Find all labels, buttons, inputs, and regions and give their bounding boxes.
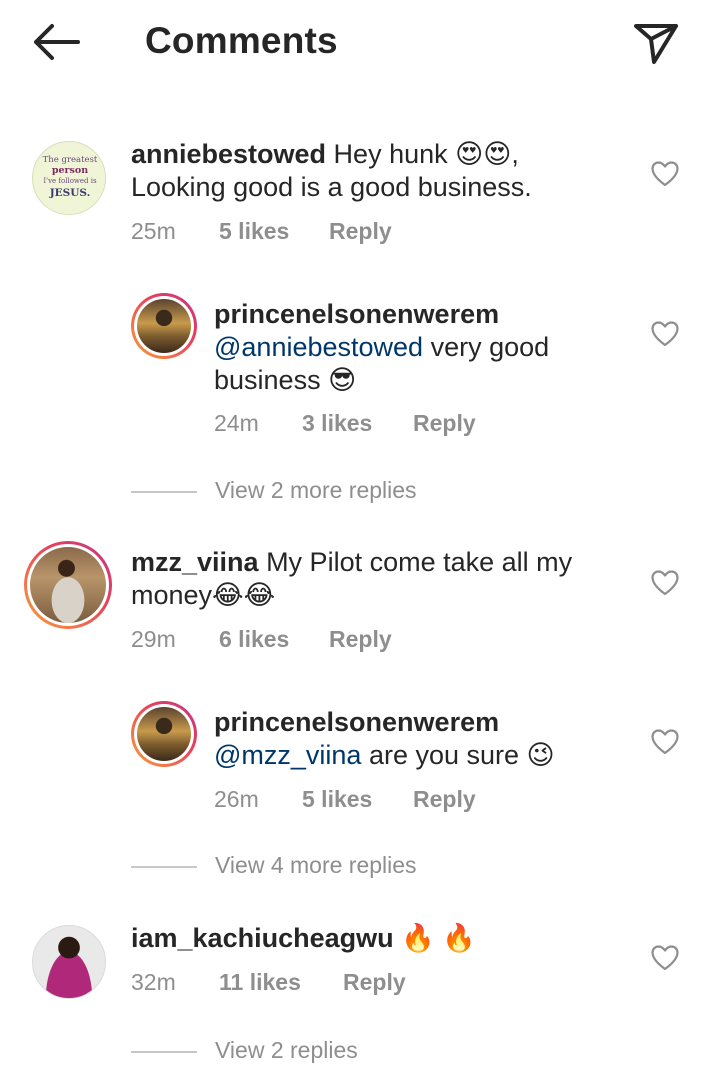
comment-body: are you sure 😉 [361,740,555,770]
comment-time: 26m [214,786,259,812]
like-button[interactable] [650,944,680,972]
likes-count[interactable]: 11 likes [219,969,301,996]
avatar[interactable] [32,925,106,999]
avatar-quote-line: person [52,165,88,176]
heart-outline-icon [651,570,679,596]
comment-username[interactable]: princenelsonenwerem [214,707,499,737]
comment-body-line2: Looking good is a good business. [131,172,532,202]
reply-button[interactable]: Reply [329,218,392,245]
comment-time: 32m [131,969,176,995]
avatar-quote-line: I've followed is [43,177,97,185]
avatar[interactable] [131,293,197,359]
view-replies-link[interactable]: View 2 replies [215,1037,358,1064]
avatar-photo [137,299,191,353]
heart-outline-icon [651,729,679,755]
like-button[interactable] [650,160,680,188]
comment-text: anniebestowed Hey hunk 😍😍, Looking good … [131,138,621,204]
heart-outline-icon [651,321,679,347]
view-more-replies: View 2 replies [131,1037,461,1067]
reply-button[interactable]: Reply [413,410,476,437]
comment-text: princenelsonenwerem @anniebestowed very … [214,298,634,397]
divider-line [131,866,197,868]
comment-username[interactable]: princenelsonenwerem [214,299,499,329]
comment-username[interactable]: anniebestowed [131,139,326,169]
mention-link[interactable]: @anniebestowed [214,332,423,362]
comment-body: 🔥 🔥 [393,923,476,953]
heart-outline-icon [651,945,679,971]
top-bar: Comments [0,0,720,90]
avatar-quote-line: JESUS. [49,187,91,199]
comment-text: mzz_viina My Pilot come take all my mone… [131,546,631,612]
comment-body-line2: money😂😂 [131,580,276,610]
heart-outline-icon [651,161,679,187]
divider-line [131,1051,197,1053]
avatar-quote-image: The greatest person I've followed is JES… [34,143,105,214]
view-more-replies: View 2 more replies [131,477,461,507]
comment-time: 25m [131,218,176,244]
like-button[interactable] [650,569,680,597]
comment-body-line2: business 😎 [214,365,357,395]
likes-count[interactable]: 3 likes [302,410,372,437]
comment-text: iam_kachiucheagwu 🔥 🔥 [131,922,631,955]
avatar[interactable] [131,701,197,767]
likes-count[interactable]: 5 likes [302,786,372,813]
share-button[interactable] [630,18,682,68]
arrow-left-icon [34,24,80,60]
comment-time: 29m [131,626,176,652]
likes-count[interactable]: 6 likes [219,626,289,653]
comment-text: princenelsonenwerem @mzz_viina are you s… [214,706,634,772]
likes-count[interactable]: 5 likes [219,218,289,245]
view-replies-link[interactable]: View 4 more replies [215,852,417,879]
page-title: Comments [145,20,338,61]
avatar-quote-line: The greatest [43,155,98,165]
comment-body: very good [423,332,550,362]
like-button[interactable] [650,320,680,348]
like-button[interactable] [650,728,680,756]
view-replies-link[interactable]: View 2 more replies [215,477,417,504]
avatar-photo [137,707,191,761]
comment-time: 24m [214,410,259,436]
avatar[interactable]: The greatest person I've followed is JES… [32,141,106,215]
paper-plane-icon [634,24,678,64]
reply-button[interactable]: Reply [329,626,392,653]
reply-button[interactable]: Reply [343,969,406,996]
comment-username[interactable]: iam_kachiucheagwu [131,923,394,953]
mention-link[interactable]: @mzz_viina [214,740,361,770]
comment-body: Hey hunk 😍😍, [326,139,519,169]
view-more-replies: View 4 more replies [131,852,461,882]
avatar[interactable] [24,541,112,629]
comment-body: My Pilot come take all my [258,547,573,577]
divider-line [131,491,197,493]
comment-username[interactable]: mzz_viina [131,547,259,577]
reply-button[interactable]: Reply [413,786,476,813]
back-button[interactable] [28,20,84,64]
avatar-photo [30,547,106,623]
